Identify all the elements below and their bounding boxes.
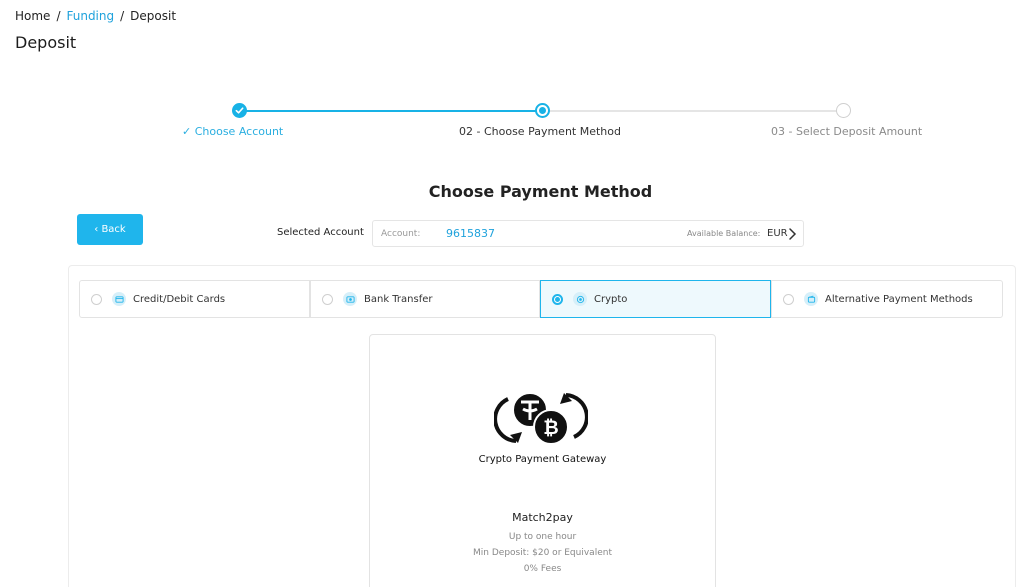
breadcrumb: Home / Funding / Deposit <box>15 9 176 23</box>
balance-currency: EUR <box>767 228 788 239</box>
payment-tab-alternative-methods[interactable]: Alternative Payment Methods <box>771 280 1003 318</box>
tab-label: Alternative Payment Methods <box>825 293 973 305</box>
gateway-fees: 0% Fees <box>523 564 562 574</box>
page-title: Deposit <box>15 33 77 52</box>
bank-transfer-icon <box>343 292 357 306</box>
breadcrumb-separator: / <box>120 9 125 23</box>
radio-button[interactable] <box>322 293 333 305</box>
crypto-icon <box>573 292 587 306</box>
payment-tab-bank-transfer[interactable]: Bank Transfer <box>310 280 540 318</box>
tab-label: Crypto <box>594 293 628 305</box>
step-3-indicator <box>836 103 851 118</box>
stepper-line-completed <box>240 110 542 112</box>
back-button[interactable]: ‹ Back <box>77 214 143 245</box>
radio-button-selected[interactable] <box>552 293 563 305</box>
progress-stepper: ✓ Choose Account 02 - Choose Payment Met… <box>0 100 1024 150</box>
step-1-label[interactable]: ✓ Choose Account <box>182 125 283 138</box>
radio-button[interactable] <box>783 293 794 305</box>
wallet-icon <box>804 292 818 306</box>
gateway-min-deposit: Min Deposit: $20 or Equivalent <box>473 548 612 558</box>
radio-button[interactable] <box>91 293 102 305</box>
breadcrumb-home[interactable]: Home <box>15 9 50 23</box>
crypto-gateway-logo-icon: ₿ <box>494 392 588 445</box>
gateway-processing-time: Up to one hour <box>508 532 577 542</box>
step-2-indicator <box>535 103 550 118</box>
gateway-logo-text: Crypto Payment Gateway <box>478 454 607 465</box>
breadcrumb-funding[interactable]: Funding <box>66 9 114 23</box>
breadcrumb-separator: / <box>56 9 61 23</box>
account-selector[interactable]: Account: 9615837 Available Balance: EUR <box>372 220 804 247</box>
payment-tab-credit-debit-cards[interactable]: Credit/Debit Cards <box>79 280 310 318</box>
tab-label: Credit/Debit Cards <box>133 293 226 305</box>
available-balance-label: Available Balance: <box>687 229 761 238</box>
stepper-line-pending <box>542 110 843 112</box>
credit-card-icon <box>112 292 126 306</box>
step-2-label: 02 - Choose Payment Method <box>459 125 621 138</box>
account-number: 9615837 <box>446 227 495 240</box>
selected-account-label: Selected Account <box>277 227 364 238</box>
chevron-right-icon[interactable] <box>787 227 797 241</box>
section-title: Choose Payment Method <box>428 182 653 201</box>
payment-tab-crypto[interactable]: Crypto <box>540 280 771 318</box>
step-3-label: 03 - Select Deposit Amount <box>771 125 923 138</box>
breadcrumb-current: Deposit <box>130 9 177 23</box>
payment-gateway-card[interactable]: ₿ Crypto Payment Gateway Match2pay Up to… <box>369 334 716 587</box>
tab-label: Bank Transfer <box>364 293 433 305</box>
account-label: Account: <box>381 228 421 239</box>
svg-text:₿: ₿ <box>543 417 558 439</box>
step-1-check-icon <box>232 103 247 118</box>
gateway-name: Match2pay <box>512 511 573 524</box>
